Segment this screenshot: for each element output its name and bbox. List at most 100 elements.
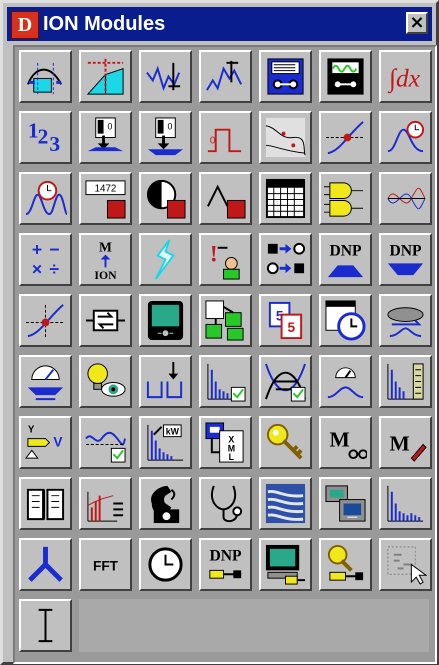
minimum-module-button[interactable] — [139, 50, 192, 103]
three-phase-module-icon — [28, 546, 63, 582]
title-bar[interactable]: D ION Modules × — [7, 7, 432, 41]
light-watch-module-button[interactable] — [79, 355, 132, 408]
arithmetic-module-button[interactable]: + − × ÷ — [19, 233, 72, 286]
svg-text:kW: kW — [166, 427, 180, 437]
timer-clock-module-button[interactable] — [139, 538, 192, 591]
power-meter-module-icon — [327, 367, 364, 399]
xml-report-module-button[interactable]: XML — [199, 416, 252, 469]
meter-view-module-button[interactable]: M — [319, 416, 372, 469]
symmetrical-components-module-button[interactable] — [259, 355, 312, 408]
harmonic-measurement-module-button[interactable] — [199, 355, 252, 408]
integrator-area-module-icon — [86, 58, 124, 95]
counter-module-button[interactable]: 123 — [19, 111, 72, 164]
arithmetic-module-icon: + −× ÷ — [32, 240, 60, 280]
event-log-module-icon — [26, 488, 65, 521]
dnp-slave-import-module-button[interactable]: DNP — [379, 233, 432, 286]
dnp-slave-export-module-icon: DNP — [327, 243, 364, 278]
relative-setpoint-module-button[interactable] — [19, 294, 72, 347]
event-log-module-button[interactable] — [19, 477, 72, 530]
transient-module-icon — [154, 239, 175, 280]
sag-swell-module-icon — [265, 117, 306, 158]
external-pulse-module-button[interactable]: 0 — [79, 111, 132, 164]
meter-edit-module-icon: M — [389, 431, 427, 462]
digital-output-module-button[interactable] — [139, 172, 192, 225]
communications-module-button[interactable] — [139, 294, 192, 347]
bar-graph-module-button[interactable] — [379, 355, 432, 408]
store-module-button[interactable] — [139, 355, 192, 408]
dnp-slave-export-module-button[interactable]: DNP — [319, 233, 372, 286]
kw-demand-module-button[interactable]: kW — [139, 416, 192, 469]
convert-module-button[interactable] — [259, 233, 312, 286]
thermal-demand-module-button[interactable] — [79, 416, 132, 469]
convert-module-icon — [266, 242, 306, 275]
fft-module-icon: FFT — [93, 558, 119, 573]
alert-module-button[interactable]: ! — [199, 233, 252, 286]
store-module-icon — [146, 361, 183, 399]
three-phase-module-button[interactable] — [19, 538, 72, 591]
transient-module-button[interactable] — [139, 233, 192, 286]
external-pulse-module-icon: 0 — [87, 117, 124, 152]
timer-clock-module-icon — [148, 547, 183, 582]
one-shot-timer-module-icon — [25, 180, 67, 216]
svg-text:×: × — [32, 259, 42, 279]
periodic-timer-module-button[interactable] — [379, 111, 432, 164]
waveform-recorder-module-button[interactable] — [319, 50, 372, 103]
pulser-module-button[interactable]: 0 — [199, 111, 252, 164]
empty-palette-area — [79, 599, 429, 652]
clock-module-icon — [325, 300, 366, 341]
diagnostics-module-button[interactable] — [199, 477, 252, 530]
dial-out-module-button[interactable] — [139, 477, 192, 530]
svg-text:+: + — [32, 240, 42, 260]
fft-module-button[interactable]: FFT — [79, 538, 132, 591]
scaled-histogram-module-button[interactable] — [19, 50, 72, 103]
logic-gates-module-icon — [324, 182, 364, 217]
setpoint-module-button[interactable] — [319, 111, 372, 164]
disk-simulator-module-button[interactable] — [379, 294, 432, 347]
communications-module-icon — [147, 300, 184, 341]
harmonics-analyzer-module-button[interactable] — [379, 172, 432, 225]
feedback-module-icon — [85, 309, 126, 332]
sag-swell-module-button[interactable] — [259, 111, 312, 164]
integrator-area-module-button[interactable] — [79, 50, 132, 103]
meter-edit-module-button[interactable]: M — [379, 416, 432, 469]
clock-module-button[interactable] — [319, 294, 372, 347]
waveform-compression-module-button[interactable] — [259, 477, 312, 530]
feedback-module-button[interactable] — [79, 294, 132, 347]
grid-select-module-button[interactable] — [379, 538, 432, 591]
display-module-button[interactable]: 1472 — [79, 172, 132, 225]
svg-text:5: 5 — [288, 320, 296, 335]
security-key-module-button[interactable] — [259, 416, 312, 469]
network-view-module-button[interactable] — [319, 477, 372, 530]
key-connection-module-icon — [327, 544, 364, 581]
external-boolean-module-button[interactable]: 0 — [139, 111, 192, 164]
display-module-icon: 1472 — [85, 180, 126, 219]
analog-input-module-button[interactable] — [19, 355, 72, 408]
text-cursor-module-button[interactable] — [19, 599, 72, 652]
mion-module-button[interactable]: M ION — [79, 233, 132, 286]
calendar-module-button[interactable] — [259, 172, 312, 225]
external-boolean-module-icon: 0 — [147, 117, 184, 156]
trend-module-button[interactable] — [79, 477, 132, 530]
computer-connection-module-button[interactable] — [259, 538, 312, 591]
copy-module-button[interactable]: 55 — [259, 294, 312, 347]
pulse-output-module-button[interactable] — [199, 172, 252, 225]
scheduler-module-button[interactable] — [199, 294, 252, 347]
close-button[interactable]: × — [406, 12, 428, 34]
dnp-options-module-button[interactable]: DNP — [199, 538, 252, 591]
data-recorder-module-button[interactable] — [259, 50, 312, 103]
setpoint-module-icon — [325, 121, 366, 155]
maximum-module-button[interactable] — [199, 50, 252, 103]
minimum-module-icon — [146, 62, 181, 92]
copy-module-icon: 55 — [268, 301, 303, 340]
sliding-window-demand-module-button[interactable]: YV — [19, 416, 72, 469]
module-palette: ∫dx 1 2 3 0 0 0 1472 + − × ÷ M ION! DNP DNP 5 5 Y VkW X M L M M F… — [13, 45, 437, 664]
one-shot-timer-module-button[interactable] — [19, 172, 72, 225]
interval-bars-module-button[interactable] — [379, 477, 432, 530]
key-connection-module-button[interactable] — [319, 538, 372, 591]
integral-module-button[interactable]: ∫dx — [379, 50, 432, 103]
logic-gates-module-button[interactable] — [319, 172, 372, 225]
digital-output-module-icon — [146, 179, 186, 219]
power-meter-module-button[interactable] — [319, 355, 372, 408]
harmonics-analyzer-module-icon — [387, 187, 426, 210]
computer-connection-module-icon — [265, 544, 306, 585]
